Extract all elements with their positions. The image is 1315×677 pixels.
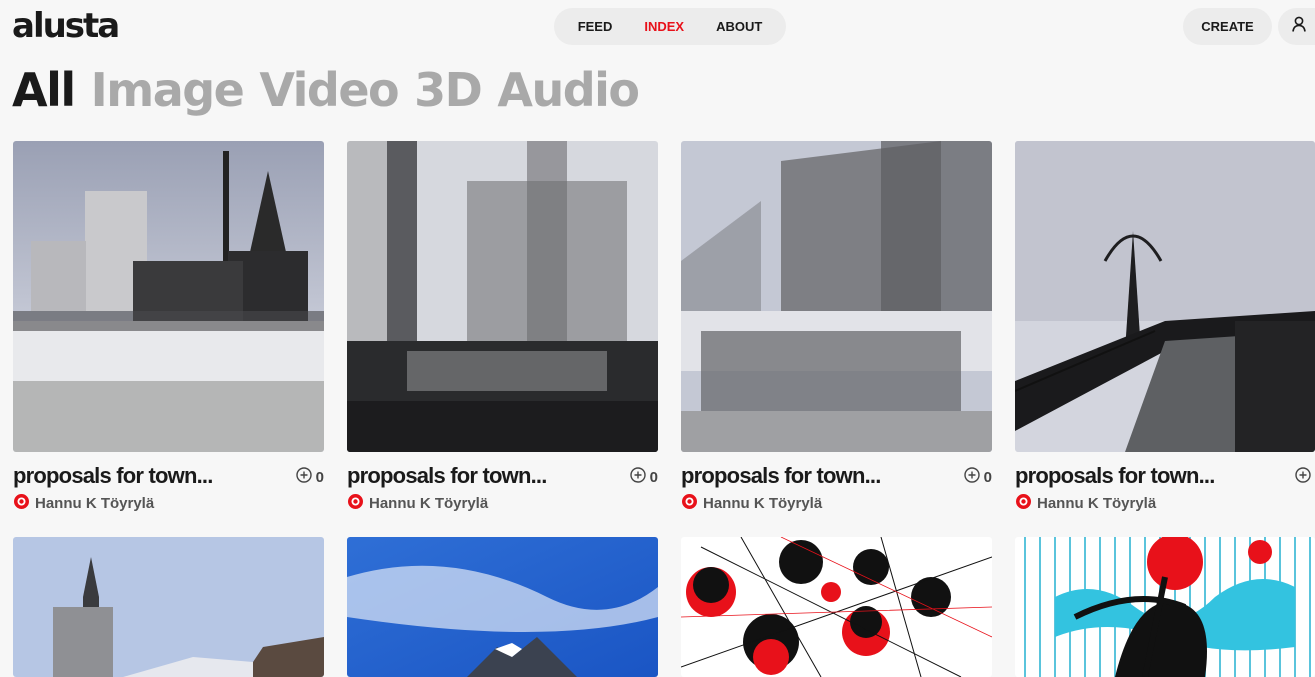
- create-button[interactable]: CREATE: [1183, 8, 1272, 45]
- artwork-card[interactable]: proposals for town... 0 Hannu K Töyrylä: [681, 141, 992, 512]
- filter-audio[interactable]: Audio: [497, 62, 640, 118]
- artwork-card[interactable]: proposals for town... 0 Hannu K Töyrylä: [13, 141, 324, 512]
- collect-count: 0: [983, 468, 992, 486]
- artwork-card[interactable]: [13, 537, 324, 677]
- author-badge-icon: [681, 493, 698, 514]
- site-logo[interactable]: alusta: [12, 8, 120, 44]
- artwork-thumbnail[interactable]: [681, 141, 992, 452]
- collect-button[interactable]: 0: [629, 467, 658, 487]
- nav-feed[interactable]: FEED: [578, 19, 613, 34]
- artwork-thumbnail[interactable]: [347, 537, 658, 677]
- collect-count: 0: [315, 468, 324, 486]
- artwork-title[interactable]: proposals for town...: [681, 463, 881, 489]
- main-nav: FEED INDEX ABOUT: [554, 8, 786, 45]
- collect-button[interactable]: 0: [295, 467, 324, 487]
- artwork-thumbnail[interactable]: [1015, 141, 1315, 452]
- plus-circle-icon: [629, 467, 646, 487]
- nav-index[interactable]: INDEX: [644, 19, 684, 34]
- collect-button[interactable]: [1295, 467, 1315, 487]
- artwork-thumbnail[interactable]: [13, 141, 324, 452]
- artwork-card[interactable]: [681, 537, 992, 677]
- artwork-thumbnail[interactable]: [1015, 537, 1315, 677]
- artwork-title[interactable]: proposals for town...: [347, 463, 547, 489]
- collect-button[interactable]: 0: [963, 467, 992, 487]
- author-name: Hannu K Töyrylä: [35, 495, 155, 512]
- nav-about[interactable]: ABOUT: [716, 19, 762, 34]
- artwork-title[interactable]: proposals for town...: [1015, 463, 1215, 489]
- artwork-card[interactable]: proposals for town... 0 Hannu K Töyrylä: [347, 141, 658, 512]
- plus-circle-icon: [963, 467, 980, 487]
- plus-circle-icon: [295, 467, 312, 487]
- author-badge-icon: [13, 493, 30, 514]
- author-badge-icon: [1015, 493, 1032, 514]
- artwork-card[interactable]: proposals for town... Hannu K Töyrylä: [1015, 141, 1315, 512]
- artwork-card[interactable]: [347, 537, 658, 677]
- author-name: Hannu K Töyrylä: [1037, 495, 1157, 512]
- artwork-author[interactable]: Hannu K Töyrylä: [1015, 493, 1156, 514]
- collect-count: 0: [649, 468, 658, 486]
- user-button[interactable]: [1278, 8, 1315, 45]
- user-icon: [1292, 16, 1306, 37]
- artwork-thumbnail[interactable]: [347, 141, 658, 452]
- artwork-author[interactable]: Hannu K Töyrylä: [347, 493, 488, 514]
- author-name: Hannu K Töyrylä: [369, 495, 489, 512]
- author-badge-icon: [347, 493, 364, 514]
- artwork-thumbnail[interactable]: [681, 537, 992, 677]
- artwork-title[interactable]: proposals for town...: [13, 463, 213, 489]
- filter-video[interactable]: Video: [259, 62, 399, 118]
- filter-3d[interactable]: 3D: [414, 62, 483, 118]
- artwork-author[interactable]: Hannu K Töyrylä: [681, 493, 822, 514]
- filter-image[interactable]: Image: [91, 62, 245, 118]
- artwork-author[interactable]: Hannu K Töyrylä: [13, 493, 154, 514]
- artwork-thumbnail[interactable]: [13, 537, 324, 677]
- plus-circle-icon: [1295, 467, 1311, 487]
- author-name: Hannu K Töyrylä: [703, 495, 823, 512]
- filter-all[interactable]: All: [12, 62, 76, 118]
- media-filter-tabs: All Image Video 3D Audio: [12, 62, 640, 118]
- artwork-card[interactable]: [1015, 537, 1315, 677]
